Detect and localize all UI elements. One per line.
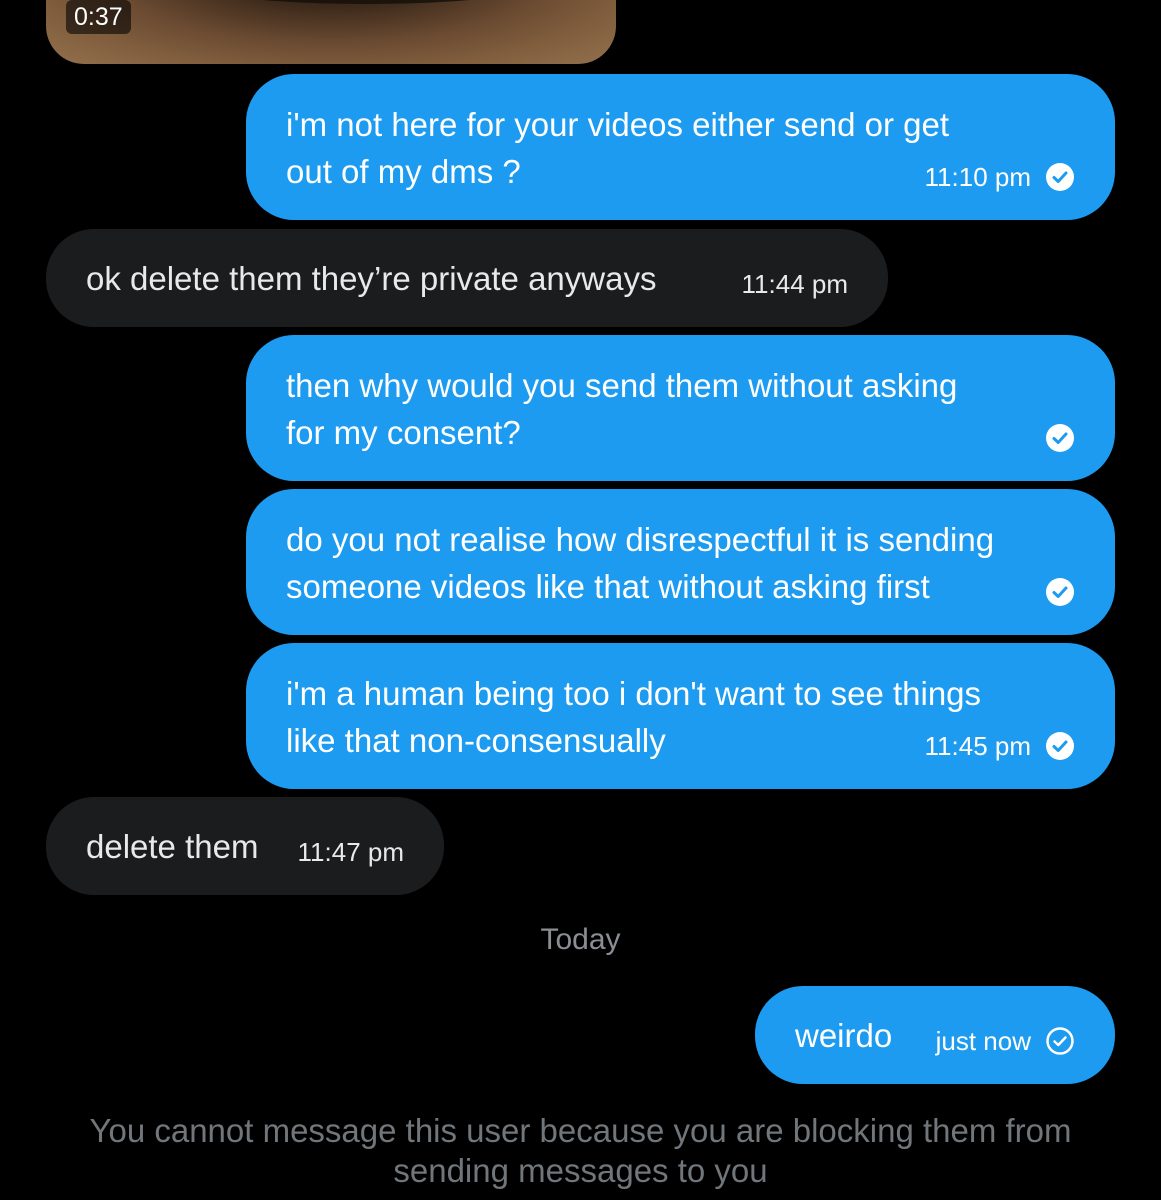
message-timestamp: 11:47 pm <box>297 837 404 867</box>
sent-message-bubble[interactable]: weirdo just now <box>755 986 1115 1084</box>
blocked-notice: You cannot message this user because you… <box>89 1112 1072 1189</box>
check-circle-filled-icon <box>1046 732 1074 760</box>
day-divider: Today <box>540 923 621 956</box>
message-text: then why would you send them without ask… <box>286 367 958 451</box>
message-timestamp: 11:10 pm <box>924 162 1031 192</box>
video-frame-shade <box>206 0 526 4</box>
video-thumbnail[interactable]: 0:37 <box>46 0 616 64</box>
check-circle-filled-icon <box>1046 424 1074 452</box>
message-timestamp: 11:44 pm <box>741 269 848 299</box>
check-circle-filled-icon <box>1046 578 1074 606</box>
message-timestamp: just now <box>935 1026 1031 1056</box>
video-duration-badge: 0:37 <box>66 0 131 34</box>
sent-message-bubble[interactable]: do you not realise how disrespectful it … <box>246 489 1115 635</box>
received-message-bubble[interactable]: ok delete them they’re private anyways 1… <box>46 229 888 327</box>
message-text: ok delete them they’re private anyways <box>86 260 657 297</box>
message-timestamp: 11:45 pm <box>924 731 1031 761</box>
sent-message-bubble[interactable]: i'm a human being too i don't want to se… <box>246 643 1115 789</box>
message-text: do you not realise how disrespectful it … <box>286 521 995 605</box>
sent-message-bubble[interactable]: then why would you send them without ask… <box>246 335 1115 481</box>
sent-message-bubble[interactable]: i'm not here for your videos either send… <box>246 74 1115 220</box>
received-message-bubble[interactable]: delete them 11:47 pm <box>46 797 444 895</box>
check-circle-outline-icon <box>1046 1027 1074 1055</box>
check-circle-filled-icon <box>1046 163 1074 191</box>
